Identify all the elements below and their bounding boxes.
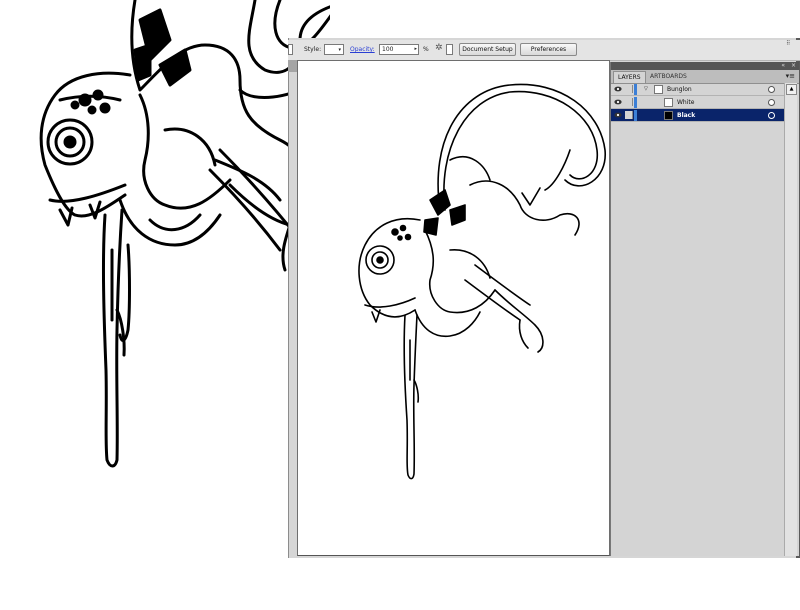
panel-tabs: LAYERS ARTBOARDS ▾≡ <box>611 70 799 84</box>
layer-name[interactable]: White <box>677 96 694 109</box>
percent-label: % <box>423 46 429 53</box>
layer-name[interactable]: Bunglon <box>667 83 692 96</box>
layer-name[interactable]: Black <box>677 109 695 122</box>
control-bar: Style: ▾ Opacity: 100 ▸ % ✲ Document Set… <box>288 40 800 61</box>
target-circle-icon[interactable] <box>768 86 775 93</box>
panel-menu-icon[interactable]: ▾≡ <box>786 73 795 80</box>
layer-row-bunglon[interactable]: ▽ Bunglon <box>611 83 785 96</box>
layer-color-swatch <box>634 84 637 95</box>
eye-icon[interactable] <box>614 112 622 118</box>
eye-icon[interactable] <box>614 99 622 105</box>
opacity-input[interactable]: 100 ▸ <box>379 44 419 55</box>
tab-artboards[interactable]: ARTBOARDS <box>646 71 691 83</box>
eye-icon[interactable] <box>614 86 622 92</box>
layer-thumbnail <box>664 98 673 107</box>
collapse-panel-icon[interactable]: « <box>781 62 785 70</box>
chevron-down-icon: ▾ <box>338 47 341 53</box>
tab-layers[interactable]: LAYERS <box>613 71 646 83</box>
layer-row-black[interactable]: Black <box>611 109 785 122</box>
control-bar-menu-icon[interactable]: ⠿ <box>786 40 790 47</box>
scroll-up-arrow-icon[interactable]: ▲ <box>786 84 797 95</box>
target-circle-icon[interactable] <box>768 99 775 106</box>
layer-thumbnail <box>654 85 663 94</box>
style-dropdown[interactable]: ▾ <box>324 44 344 55</box>
document-setup-button[interactable]: Document Setup <box>459 43 516 56</box>
target-circle-icon[interactable] <box>768 112 775 119</box>
panel-header: « × <box>611 62 799 70</box>
lock-toggle[interactable] <box>625 111 633 119</box>
artwork-chameleon-large <box>39 0 330 468</box>
lock-toggle[interactable] <box>625 98 633 106</box>
preferences-button[interactable]: Preferences <box>520 43 577 56</box>
lock-toggle[interactable] <box>625 85 633 93</box>
layer-color-swatch <box>634 110 637 121</box>
close-icon[interactable]: × <box>791 62 796 70</box>
panel-scrollbar[interactable]: ▲ <box>784 83 797 556</box>
layer-thumbnail <box>664 111 673 120</box>
layer-color-swatch <box>634 97 637 108</box>
control-bar-overflow-arrow[interactable] <box>288 44 293 55</box>
expand-triangle-icon[interactable]: ▽ <box>644 83 648 96</box>
opacity-value: 100 <box>382 46 394 53</box>
opacity-label[interactable]: Opacity: <box>350 46 375 53</box>
layer-row-white[interactable]: White <box>611 96 785 109</box>
recolor-dropdown[interactable] <box>446 44 453 55</box>
recolor-artwork-icon[interactable]: ✲ <box>435 43 443 53</box>
artwork-chameleon-small <box>358 83 606 480</box>
chevron-right-icon[interactable]: ▸ <box>414 45 417 54</box>
layers-panel: « × LAYERS ARTBOARDS ▾≡ ▽ Bunglon White … <box>610 62 799 556</box>
style-label: Style: <box>304 46 322 53</box>
